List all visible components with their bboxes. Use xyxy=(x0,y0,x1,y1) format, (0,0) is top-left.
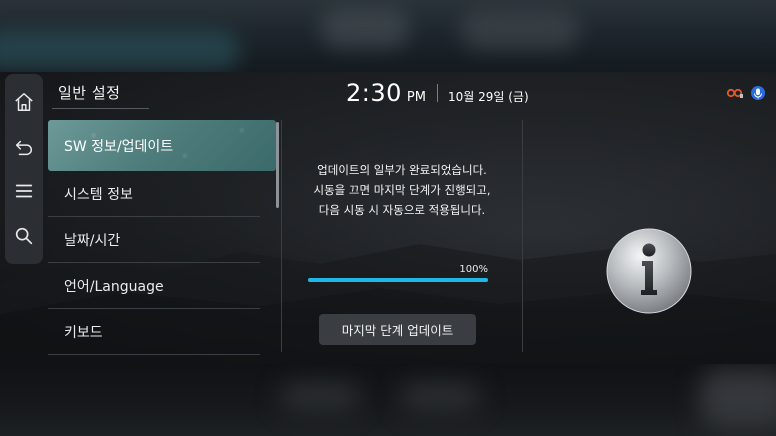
menu-item-keyboard[interactable]: 키보드 xyxy=(48,309,260,355)
panel-divider-left xyxy=(281,120,282,352)
settings-screen: 일반 설정 2:30 PM 10월 29일 (금) SW 정보/업데이트 시스템… xyxy=(0,72,776,364)
voice-mic-icon xyxy=(751,86,765,100)
clock-separator xyxy=(436,84,438,102)
update-message-line: 시동을 끄면 마지막 단계가 진행되고, xyxy=(313,183,491,197)
clock-ampm: PM xyxy=(406,90,426,105)
menu-item-sw-update[interactable]: SW 정보/업데이트 xyxy=(48,120,276,171)
panel-divider-right xyxy=(522,120,523,352)
menu-scrollbar[interactable] xyxy=(276,122,279,208)
search-button[interactable] xyxy=(9,221,39,251)
home-button[interactable] xyxy=(9,87,39,117)
menu-item-label: 시스템 정보 xyxy=(64,186,133,203)
menu-item-system-info[interactable]: 시스템 정보 xyxy=(48,171,260,217)
menu-item-date-time[interactable]: 날짜/시간 xyxy=(48,217,260,263)
connected-car-icon xyxy=(726,88,743,98)
menu-item-label: 키보드 xyxy=(64,324,103,341)
clock-time: 2:30 xyxy=(346,79,402,107)
page-title: 일반 설정 xyxy=(58,84,121,102)
menu-button[interactable] xyxy=(9,176,39,206)
update-message-line: 업데이트의 일부가 완료되었습니다. xyxy=(317,163,487,177)
menu-item-label: 날짜/시간 xyxy=(64,232,121,249)
menu-item-label: 언어/Language xyxy=(64,278,164,295)
menu-item-label: SW 정보/업데이트 xyxy=(64,138,174,155)
update-progress-fill xyxy=(308,278,488,282)
home-icon xyxy=(15,93,33,112)
menu-item-language[interactable]: 언어/Language xyxy=(48,263,260,309)
menu-icon xyxy=(15,184,33,198)
progress-percent: 100% xyxy=(459,264,488,275)
clock-date: 10월 29일 (금) xyxy=(447,90,529,104)
settings-menu: SW 정보/업데이트 시스템 정보 날짜/시간 언어/Language 키보드 xyxy=(48,120,280,355)
status-icons xyxy=(726,85,766,101)
side-rail xyxy=(5,74,43,264)
final-step-update-button[interactable]: 마지막 단계 업데이트 xyxy=(319,314,476,345)
clock: 2:30 PM 10월 29일 (금) xyxy=(346,79,529,107)
info-icon xyxy=(606,228,692,314)
title-underline xyxy=(52,108,149,109)
background-bottom xyxy=(0,364,776,436)
back-button[interactable] xyxy=(9,132,39,162)
search-icon xyxy=(15,227,33,244)
update-message-line: 다음 시동 시 자동으로 적용됩니다. xyxy=(318,203,486,217)
background-top xyxy=(0,0,776,72)
update-message: 업데이트의 일부가 완료되었습니다. 시동을 끄면 마지막 단계가 진행되고, … xyxy=(283,160,521,220)
back-icon xyxy=(15,140,32,155)
update-progress-bar xyxy=(308,278,488,282)
